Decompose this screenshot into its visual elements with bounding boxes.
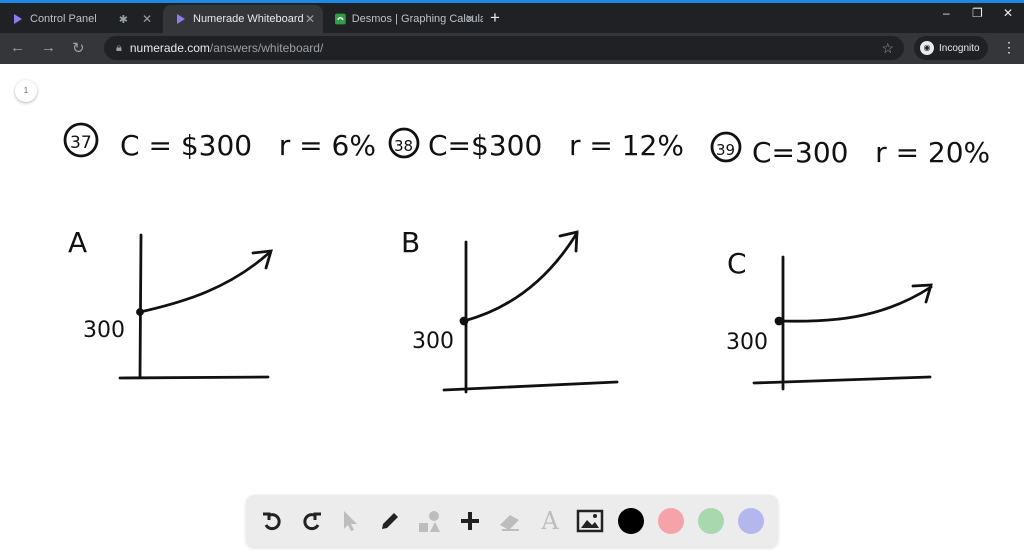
tab-title: Control Panel (30, 13, 97, 25)
color-swatch-black[interactable] (618, 508, 644, 534)
back-icon[interactable]: ← (10, 39, 25, 56)
graph-b-letter: B (401, 226, 420, 259)
recording-indicator-icon: ✱ (118, 13, 128, 26)
problem-38-text: C=$300 r = 12% (428, 129, 684, 162)
problem-37-text: C = $300 r = 6% (120, 129, 376, 162)
graph-a-curve (138, 250, 272, 314)
close-icon[interactable]: ✕ (142, 12, 152, 26)
pen-icon[interactable] (374, 505, 406, 537)
add-icon[interactable] (454, 505, 486, 537)
minimize-button[interactable]: – (943, 6, 950, 20)
graph-c-y-label: 300 (726, 330, 768, 355)
shapes-icon[interactable] (414, 505, 446, 537)
graph-a-intercept-point (136, 308, 144, 316)
new-tab-button[interactable]: + (490, 8, 500, 28)
problem-39-number: 39 (716, 141, 735, 159)
graph-b-y-label: 300 (412, 329, 454, 354)
graph-c-curve (777, 285, 933, 323)
graph-b-x-axis (442, 380, 619, 392)
graph-a-y-label: 300 (83, 318, 125, 343)
incognito-label: Incognito (939, 42, 980, 54)
eraser-icon[interactable] (494, 505, 526, 537)
tab-title: Desmos | Graphing Calculator (351, 13, 483, 25)
incognito-icon: ◉ (920, 41, 934, 55)
close-icon[interactable]: ✕ (305, 12, 315, 26)
text-icon[interactable]: A (534, 505, 566, 537)
tab-title: Numerade Whiteboard (193, 13, 304, 25)
close-icon[interactable]: ✕ (465, 12, 475, 26)
tab-desmos[interactable]: Desmos | Graphing Calculator ✕ (323, 5, 483, 33)
tab-strip: Control Panel ✱ ✕ Numerade Whiteboard ✕ … (0, 3, 1024, 33)
graph-c-intercept-point (774, 316, 784, 326)
url-path: /answers/whiteboard/ (209, 41, 324, 55)
problem-39-text: C=300 r = 20% (752, 136, 990, 169)
browser-toolbar: ← → ↻ 🔒︎ numerade.com/answers/whiteboard… (0, 33, 1024, 64)
graph-b-curve (462, 231, 579, 323)
graph-c-letter: C (727, 247, 747, 280)
reload-icon[interactable]: ↻ (72, 39, 85, 57)
drawing-toolbar: A (246, 495, 778, 547)
problem-38-number: 38 (394, 137, 413, 155)
url-host: numerade.com (129, 41, 210, 55)
menu-kebab-icon[interactable]: ⋮ (1002, 39, 1016, 56)
graph-a-y-axis (138, 233, 143, 379)
graph-a-x-axis (118, 375, 270, 380)
lock-icon: 🔒︎ (116, 41, 122, 54)
numerade-icon (14, 14, 22, 24)
problem-37-number: 37 (70, 133, 92, 153)
graph-b-intercept-point (459, 316, 469, 326)
color-swatch-pink[interactable] (658, 508, 684, 534)
undo-icon[interactable] (256, 505, 288, 537)
address-bar[interactable]: 🔒︎ numerade.com/answers/whiteboard/ ☆ (104, 36, 904, 60)
forward-icon[interactable]: → (41, 39, 56, 56)
redo-icon[interactable] (296, 505, 328, 537)
bookmark-star-icon[interactable]: ☆ (881, 40, 894, 57)
image-icon[interactable] (574, 505, 606, 537)
close-window-button[interactable]: ✕ (1003, 6, 1013, 20)
incognito-indicator[interactable]: ◉ Incognito (914, 36, 988, 60)
graph-a-letter: A (68, 226, 87, 259)
restore-button[interactable]: ❐ (972, 6, 983, 20)
graph-c-x-axis (752, 375, 932, 385)
color-swatch-lavender[interactable] (738, 508, 764, 534)
color-swatch-green[interactable] (698, 508, 724, 534)
numerade-icon (177, 14, 185, 24)
pointer-icon[interactable] (334, 505, 366, 537)
tab-control-panel[interactable]: Control Panel ✱ ✕ (0, 5, 160, 33)
tab-numerade-whiteboard[interactable]: Numerade Whiteboard ✕ (163, 5, 323, 33)
desmos-icon (335, 13, 346, 25)
whiteboard-canvas[interactable]: 37 C = $300 r = 6% 38 C=$300 r = 12% 39 … (0, 64, 1024, 494)
